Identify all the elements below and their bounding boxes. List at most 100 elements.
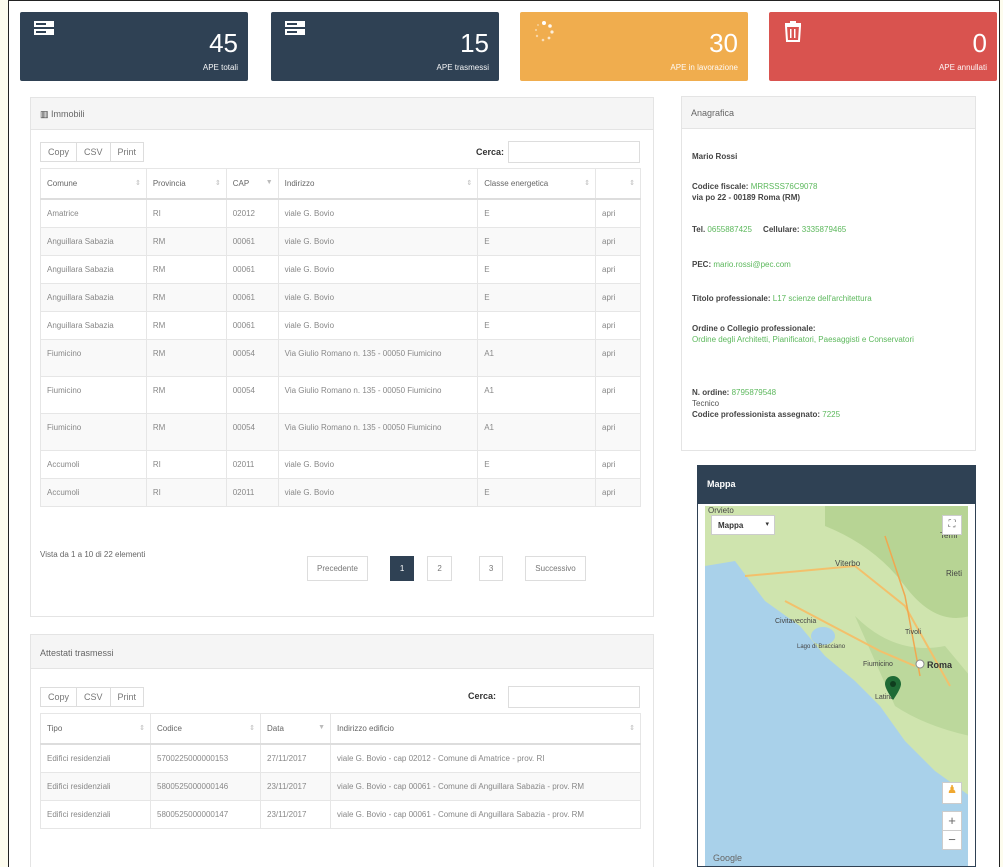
table-row: Anguillara Sabazia RM 00061 viale G. Bovio E…: [40, 227, 641, 256]
pec-link[interactable]: mario.rossi@pec.com: [713, 260, 790, 269]
search-input[interactable]: [508, 141, 640, 163]
tile-ape-trasmessi[interactable]: 15 APE trasmessi: [271, 12, 499, 81]
table-row: Anguillara Sabazia RM 00061 viale G. Bovio E…: [40, 283, 641, 312]
table-cell: Accumoli: [40, 478, 147, 507]
prev-page-button[interactable]: Precedente: [307, 556, 368, 581]
print-button[interactable]: Print: [109, 687, 145, 707]
phone: Tel. 0655887425 Cellulare: 3335879465: [692, 225, 847, 234]
table-row: Accumoli RI 02011 viale G. Bovio Eapri: [40, 478, 641, 507]
col-provincia[interactable]: Provincia ⇕: [145, 168, 227, 200]
table-cell: RM: [145, 283, 227, 312]
table-row: Amatrice RI 02012 viale G. Bovio Eapri: [40, 198, 641, 228]
zoom-in-button[interactable]: +: [942, 811, 962, 831]
tile-ape-totali[interactable]: 45 APE totali: [20, 12, 248, 81]
page-2-button[interactable]: 2: [427, 556, 452, 581]
table-cell: 5700225000000153: [150, 743, 261, 773]
page-3-button[interactable]: 3: [478, 556, 504, 581]
svg-text:Viterbo: Viterbo: [835, 559, 861, 568]
table-cell: A1: [477, 339, 596, 377]
table-cell: 00061: [225, 311, 279, 340]
map-type-select[interactable]: Mappa ▾: [711, 515, 775, 535]
table-cell: E: [477, 198, 596, 228]
open-link[interactable]: apri: [595, 478, 641, 507]
col-cap[interactable]: CAP ▼: [225, 168, 279, 200]
tile-ape-annullati[interactable]: 0 APE annullati: [769, 12, 997, 81]
col-indirizzo-edificio[interactable]: Indirizzo edificio ⇕: [330, 713, 641, 745]
panel-anagrafica: Anagrafica Mario Rossi Codice fiscale: M…: [681, 96, 976, 451]
copy-button[interactable]: Copy: [40, 687, 78, 707]
spinner-icon: [534, 21, 554, 42]
panel-attestati: Attestati trasmessi Copy CSV Print Cerca…: [30, 634, 654, 867]
table-row: Fiumicino RM 00054 Via Giulio Romano n. 135…: [40, 376, 641, 414]
search-input[interactable]: [508, 686, 640, 708]
tile-ape-lavorazione[interactable]: 30 APE in lavorazione: [520, 12, 748, 81]
table-cell: viale G. Bovio: [277, 283, 479, 312]
fullscreen-button[interactable]: ⛶: [942, 515, 962, 535]
table-cell: E: [477, 311, 596, 340]
col-indirizzo[interactable]: Indirizzo ⇕: [277, 168, 479, 200]
table-cell: E: [477, 283, 596, 312]
table-cell: RI: [145, 198, 227, 228]
panel-heading: ▥ Immobili: [31, 98, 653, 130]
table-cell: 00054: [225, 413, 279, 451]
export-buttons: Copy CSV Print: [40, 687, 145, 707]
table-cell: Via Giulio Romano n. 135 - 00050 Fiumici…: [277, 413, 479, 451]
csv-button[interactable]: CSV: [76, 687, 111, 707]
open-link[interactable]: apri: [595, 198, 641, 228]
csv-button[interactable]: CSV: [76, 142, 111, 162]
col-tipo[interactable]: Tipo ⇕: [40, 713, 151, 745]
svg-text:Civitavecchia: Civitavecchia: [775, 618, 816, 625]
titolo-professionale: Titolo professionale: L17 scienze dell'a…: [692, 294, 872, 303]
tile-label: APE trasmessi: [436, 63, 489, 72]
table-cell: A1: [477, 376, 596, 414]
open-link[interactable]: apri: [595, 311, 641, 340]
search-label: Cerca:: [468, 691, 497, 701]
pec: PEC: mario.rossi@pec.com: [692, 260, 791, 269]
open-link[interactable]: apri: [595, 283, 641, 312]
tile-value: 30: [709, 28, 738, 58]
table-cell: 5800525000000147: [150, 800, 261, 829]
export-buttons: Copy CSV Print: [40, 142, 145, 162]
col-codice[interactable]: Codice ⇕: [150, 713, 261, 745]
open-link[interactable]: apri: [595, 413, 641, 451]
table-cell: 00061: [225, 255, 279, 284]
table-cell: viale G. Bovio: [277, 311, 479, 340]
table-cell: Fiumicino: [40, 413, 147, 451]
table-cell: E: [477, 255, 596, 284]
ordine-value: Ordine degli Architetti, Pianificatori, …: [692, 335, 914, 344]
open-link[interactable]: apri: [595, 339, 641, 377]
col-classe-energetica[interactable]: Classe energetica ⇕: [477, 168, 596, 200]
open-link[interactable]: apri: [595, 376, 641, 414]
table-cell: Edifici residenziali: [40, 800, 151, 829]
panel-heading: Mappa: [698, 466, 975, 504]
copy-button[interactable]: Copy: [40, 142, 78, 162]
table-cell: E: [477, 450, 596, 479]
col-comune[interactable]: Comune ⇕: [40, 168, 147, 200]
search-label: Cerca:: [476, 147, 505, 157]
address: via po 22 - 00189 Roma (RM): [692, 193, 801, 202]
panel-title: Attestati trasmessi: [40, 648, 114, 658]
zoom-out-button[interactable]: −: [942, 830, 962, 850]
chevron-down-icon: ▾: [765, 521, 769, 528]
table-cell: Fiumicino: [40, 376, 147, 414]
svg-text:Orvieto: Orvieto: [708, 506, 734, 515]
street-view-pegman-icon[interactable]: ♟: [942, 782, 962, 804]
print-button[interactable]: Print: [109, 142, 145, 162]
open-link[interactable]: apri: [595, 255, 641, 284]
map-canvas[interactable]: Orvieto Viterbo Terni Rieti Civitavecchi…: [705, 506, 968, 866]
numero-ordine: N. ordine: 8795879548: [692, 388, 777, 397]
table-cell: viale G. Bovio: [277, 198, 479, 228]
server-icon: [285, 21, 305, 35]
open-link[interactable]: apri: [595, 227, 641, 256]
open-link[interactable]: apri: [595, 450, 641, 479]
next-page-button[interactable]: Successivo: [525, 556, 586, 581]
page-1-button[interactable]: 1: [389, 556, 415, 581]
table-cell: Amatrice: [40, 198, 147, 228]
table-cell: viale G. Bovio - cap 00061 - Comune di A…: [330, 800, 641, 829]
table-cell: 00061: [225, 227, 279, 256]
table-cell: 27/11/2017: [260, 743, 331, 773]
table-cell: E: [477, 227, 596, 256]
col-data[interactable]: Data ▼: [260, 713, 331, 745]
table-row: Anguillara Sabazia RM 00061 viale G. Bovio E…: [40, 311, 641, 340]
tile-label: APE annullati: [938, 63, 987, 72]
